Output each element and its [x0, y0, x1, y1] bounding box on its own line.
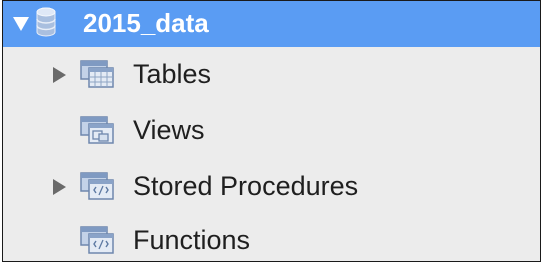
tree-item-label: Tables: [133, 59, 212, 89]
database-icon: [36, 7, 56, 37]
tree-item-label: Views: [133, 115, 205, 145]
functions-folder-icon: [80, 226, 114, 254]
tree-item-functions[interactable]: Functions: [3, 217, 540, 261]
tree-item-label: Stored Procedures: [133, 171, 359, 201]
schema-tree-panel: 2015_data Tables Views Stored Procedures…: [2, 0, 541, 262]
tables-folder-icon: [80, 60, 114, 88]
tree-item-stored-procedures[interactable]: Stored Procedures: [3, 163, 540, 211]
stored-procedures-folder-icon: [80, 172, 114, 200]
schema-row-2015-data[interactable]: 2015_data: [3, 1, 540, 47]
schema-name-label: 2015_data: [83, 8, 209, 38]
expand-triangle-icon[interactable]: [53, 179, 66, 195]
tree-item-label: Functions: [133, 225, 251, 255]
expand-triangle-icon[interactable]: [53, 67, 66, 83]
tree-item-tables[interactable]: Tables: [3, 51, 540, 99]
expand-collapse-triangle-icon[interactable]: [13, 17, 29, 31]
views-folder-icon: [80, 116, 114, 144]
tree-item-views[interactable]: Views: [3, 107, 540, 155]
